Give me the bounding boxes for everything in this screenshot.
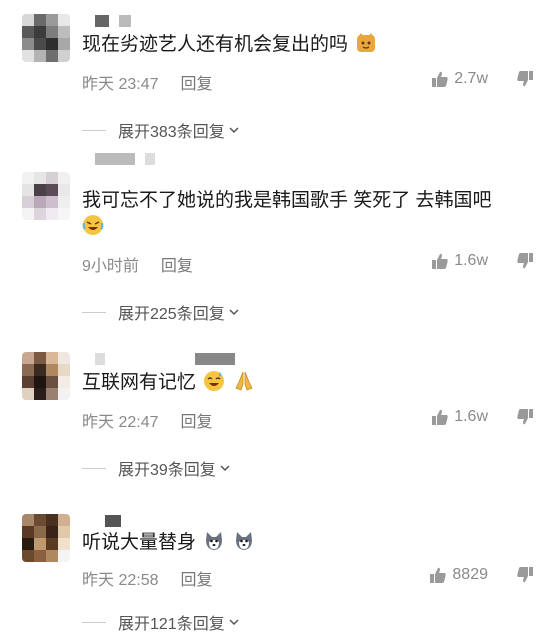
comment-text-content: 我可忘不了她说的我是韩国歌手 笑死了 去韩国吧 — [82, 190, 492, 211]
reply-button[interactable]: 回复 — [181, 566, 213, 590]
like-button[interactable]: 1.6w — [431, 408, 488, 426]
thumbs-down-icon — [517, 253, 533, 269]
thumbs-up-icon — [432, 253, 448, 269]
thumbs-down-icon — [517, 409, 533, 425]
like-count: 2.7w — [454, 70, 488, 87]
comment-text: 我可忘不了她说的我是韩国歌手 笑死了 去韩国吧 — [82, 188, 492, 240]
divider-line — [82, 467, 106, 469]
divider-line — [82, 621, 106, 623]
comment-time: 9小时前 — [82, 258, 139, 275]
avatar[interactable] — [22, 352, 70, 400]
expand-replies: 展开225条回复 — [82, 300, 241, 324]
thumbs-down-icon — [517, 567, 533, 583]
avatar[interactable] — [22, 514, 70, 562]
like-count: 8829 — [452, 566, 488, 583]
crying-laughing-emoji-icon — [82, 214, 104, 236]
expand-replies: 展开39条回复 — [82, 456, 232, 480]
like-count: 1.6w — [454, 408, 488, 425]
expand-replies-button[interactable]: 展开39条回复 — [118, 456, 232, 480]
comment-time: 昨天 23:47 — [82, 76, 159, 93]
avatar[interactable] — [22, 172, 70, 220]
expand-replies-label: 展开39条回复 — [118, 462, 216, 479]
dislike-button[interactable] — [516, 566, 536, 586]
dislike-button[interactable] — [516, 408, 536, 428]
reply-button[interactable]: 回复 — [181, 70, 213, 94]
thumbs-up-icon — [432, 409, 448, 425]
reply-button[interactable]: 回复 — [161, 252, 193, 276]
thumbs-up-icon — [432, 71, 448, 87]
pray-hands-emoji-icon — [233, 370, 255, 392]
divider-line — [82, 129, 106, 131]
comment-time: 昨天 22:47 — [82, 414, 159, 431]
expand-replies-button[interactable]: 展开383条回复 — [118, 118, 241, 142]
expand-replies-label: 展开121条回复 — [118, 616, 225, 633]
comment-text: 听说大量替身 — [82, 530, 255, 556]
like-button[interactable]: 2.7w — [431, 70, 488, 88]
expand-replies: 展开121条回复 — [82, 610, 241, 634]
chevron-down-icon — [229, 619, 239, 626]
thumbs-down-icon — [517, 71, 533, 87]
username-blurred[interactable] — [105, 514, 121, 528]
like-count: 1.6w — [454, 252, 488, 269]
like-button[interactable]: 8829 — [429, 566, 488, 584]
dislike-button[interactable] — [516, 252, 536, 272]
comment-text-content: 现在劣迹艺人还有机会复出的吗 — [82, 34, 349, 55]
comment-text-content: 互联网有记忆 — [82, 372, 197, 393]
divider-line — [82, 311, 106, 313]
comment-meta: 昨天 22:47 回复 — [82, 408, 213, 432]
username-blurred[interactable] — [95, 152, 155, 166]
husky-emoji-icon — [233, 530, 255, 552]
chevron-down-icon — [220, 465, 230, 472]
expand-replies-button[interactable]: 展开225条回复 — [118, 300, 241, 324]
comment-text-content: 听说大量替身 — [82, 532, 197, 553]
avatar[interactable] — [22, 14, 70, 62]
comment-text: 互联网有记忆 — [82, 370, 255, 396]
chevron-down-icon — [229, 127, 239, 134]
comment-time: 昨天 22:58 — [82, 572, 159, 589]
like-button[interactable]: 1.6w — [431, 252, 488, 270]
comment-meta: 昨天 22:58 回复 — [82, 566, 213, 590]
comment-text: 现在劣迹艺人还有机会复出的吗 — [82, 32, 377, 58]
cat-emoji-icon — [355, 32, 377, 54]
username-blurred[interactable] — [95, 14, 131, 28]
reply-button[interactable]: 回复 — [181, 408, 213, 432]
comment-meta: 9小时前 回复 — [82, 252, 193, 276]
expand-replies-label: 展开225条回复 — [118, 306, 225, 323]
comment-meta: 昨天 23:47 回复 — [82, 70, 213, 94]
username-blurred[interactable] — [95, 352, 235, 366]
expand-replies-button[interactable]: 展开121条回复 — [118, 610, 241, 634]
expand-replies-label: 展开383条回复 — [118, 124, 225, 141]
chevron-down-icon — [229, 309, 239, 316]
thumbs-up-icon — [430, 567, 447, 583]
sweat-smile-emoji-icon — [203, 370, 225, 392]
dislike-button[interactable] — [516, 70, 536, 90]
expand-replies: 展开383条回复 — [82, 118, 241, 142]
husky-emoji-icon — [203, 530, 225, 552]
